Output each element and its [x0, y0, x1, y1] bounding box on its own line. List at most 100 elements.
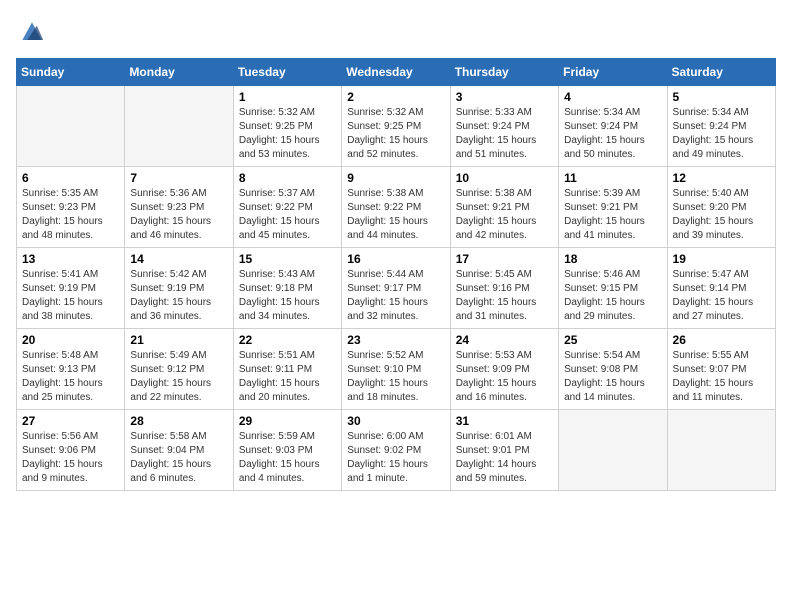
calendar-cell [125, 86, 233, 167]
cell-info: Sunrise: 5:51 AMSunset: 9:11 PMDaylight:… [239, 349, 336, 405]
day-number: 2 [347, 90, 444, 104]
day-number: 19 [673, 252, 770, 266]
weekday-header: Friday [559, 59, 667, 86]
calendar-cell: 14 Sunrise: 5:42 AMSunset: 9:19 PMDayligh… [125, 248, 233, 329]
day-number: 20 [22, 333, 119, 347]
cell-info: Sunrise: 5:39 AMSunset: 9:21 PMDaylight:… [564, 187, 661, 243]
cell-info: Sunrise: 5:36 AMSunset: 9:23 PMDaylight:… [130, 187, 227, 243]
calendar-cell [559, 410, 667, 491]
calendar-cell: 4 Sunrise: 5:34 AMSunset: 9:24 PMDaylight… [559, 86, 667, 167]
cell-info: Sunrise: 5:45 AMSunset: 9:16 PMDaylight:… [456, 268, 553, 324]
cell-info: Sunrise: 5:56 AMSunset: 9:06 PMDaylight:… [22, 430, 119, 486]
day-number: 8 [239, 171, 336, 185]
calendar-week-row: 6Sunrise: 5:35 AMSunset: 9:23 PMDaylight… [17, 167, 776, 248]
calendar-cell: 17 Sunrise: 5:45 AMSunset: 9:16 PMDayligh… [450, 248, 558, 329]
calendar-cell: 26 Sunrise: 5:55 AMSunset: 9:07 PMDayligh… [667, 329, 775, 410]
cell-info: Sunrise: 5:35 AMSunset: 9:23 PMDaylight:… [22, 187, 119, 243]
cell-info: Sunrise: 5:55 AMSunset: 9:07 PMDaylight:… [673, 349, 770, 405]
cell-info: Sunrise: 5:54 AMSunset: 9:08 PMDaylight:… [564, 349, 661, 405]
weekday-header: Wednesday [342, 59, 450, 86]
day-number: 26 [673, 333, 770, 347]
calendar-cell: 23 Sunrise: 5:52 AMSunset: 9:10 PMDayligh… [342, 329, 450, 410]
cell-info: Sunrise: 5:47 AMSunset: 9:14 PMDaylight:… [673, 268, 770, 324]
cell-info: Sunrise: 5:41 AMSunset: 9:19 PMDaylight:… [22, 268, 119, 324]
day-number: 24 [456, 333, 553, 347]
cell-info: Sunrise: 5:53 AMSunset: 9:09 PMDaylight:… [456, 349, 553, 405]
calendar-cell: 12 Sunrise: 5:40 AMSunset: 9:20 PMDayligh… [667, 167, 775, 248]
calendar-cell: 27 Sunrise: 5:56 AMSunset: 9:06 PMDayligh… [17, 410, 125, 491]
cell-info: Sunrise: 5:44 AMSunset: 9:17 PMDaylight:… [347, 268, 444, 324]
weekday-header: Monday [125, 59, 233, 86]
cell-info: Sunrise: 5:38 AMSunset: 9:22 PMDaylight:… [347, 187, 444, 243]
weekday-header: Saturday [667, 59, 775, 86]
day-number: 14 [130, 252, 227, 266]
cell-info: Sunrise: 5:46 AMSunset: 9:15 PMDaylight:… [564, 268, 661, 324]
calendar-cell: 1 Sunrise: 5:32 AMSunset: 9:25 PMDaylight… [233, 86, 341, 167]
cell-info: Sunrise: 5:43 AMSunset: 9:18 PMDaylight:… [239, 268, 336, 324]
calendar-cell: 2Sunrise: 5:32 AMSunset: 9:25 PMDaylight… [342, 86, 450, 167]
calendar-cell: 22 Sunrise: 5:51 AMSunset: 9:11 PMDayligh… [233, 329, 341, 410]
calendar-cell: 30 Sunrise: 6:00 AMSunset: 9:02 PMDayligh… [342, 410, 450, 491]
cell-info: Sunrise: 5:40 AMSunset: 9:20 PMDaylight:… [673, 187, 770, 243]
day-number: 29 [239, 414, 336, 428]
calendar-week-row: 13Sunrise: 5:41 AMSunset: 9:19 PMDayligh… [17, 248, 776, 329]
day-number: 9 [347, 171, 444, 185]
day-number: 16 [347, 252, 444, 266]
calendar-table: SundayMondayTuesdayWednesdayThursdayFrid… [16, 58, 776, 491]
cell-info: Sunrise: 6:01 AMSunset: 9:01 PMDaylight:… [456, 430, 553, 486]
calendar-cell: 8 Sunrise: 5:37 AMSunset: 9:22 PMDaylight… [233, 167, 341, 248]
day-number: 12 [673, 171, 770, 185]
cell-info: Sunrise: 5:48 AMSunset: 9:13 PMDaylight:… [22, 349, 119, 405]
cell-info: Sunrise: 5:34 AMSunset: 9:24 PMDaylight:… [673, 106, 770, 162]
calendar-week-row: 1 Sunrise: 5:32 AMSunset: 9:25 PMDaylight… [17, 86, 776, 167]
calendar-cell: 11Sunrise: 5:39 AMSunset: 9:21 PMDayligh… [559, 167, 667, 248]
calendar-cell: 28 Sunrise: 5:58 AMSunset: 9:04 PMDayligh… [125, 410, 233, 491]
weekday-header: Thursday [450, 59, 558, 86]
calendar-week-row: 20 Sunrise: 5:48 AMSunset: 9:13 PMDayligh… [17, 329, 776, 410]
calendar-cell: 20 Sunrise: 5:48 AMSunset: 9:13 PMDayligh… [17, 329, 125, 410]
calendar-cell: 10 Sunrise: 5:38 AMSunset: 9:21 PMDayligh… [450, 167, 558, 248]
calendar-cell: 7 Sunrise: 5:36 AMSunset: 9:23 PMDaylight… [125, 167, 233, 248]
cell-info: Sunrise: 5:42 AMSunset: 9:19 PMDaylight:… [130, 268, 227, 324]
calendar-cell: 5 Sunrise: 5:34 AMSunset: 9:24 PMDaylight… [667, 86, 775, 167]
day-number: 18 [564, 252, 661, 266]
day-number: 4 [564, 90, 661, 104]
cell-info: Sunrise: 5:38 AMSunset: 9:21 PMDaylight:… [456, 187, 553, 243]
calendar-cell: 29 Sunrise: 5:59 AMSunset: 9:03 PMDayligh… [233, 410, 341, 491]
cell-info: Sunrise: 5:32 AMSunset: 9:25 PMDaylight:… [239, 106, 336, 162]
calendar-cell: 6Sunrise: 5:35 AMSunset: 9:23 PMDaylight… [17, 167, 125, 248]
calendar-cell: 16 Sunrise: 5:44 AMSunset: 9:17 PMDayligh… [342, 248, 450, 329]
calendar-cell: 24 Sunrise: 5:53 AMSunset: 9:09 PMDayligh… [450, 329, 558, 410]
day-number: 17 [456, 252, 553, 266]
calendar-header-row: SundayMondayTuesdayWednesdayThursdayFrid… [17, 59, 776, 86]
cell-info: Sunrise: 5:34 AMSunset: 9:24 PMDaylight:… [564, 106, 661, 162]
day-number: 3 [456, 90, 553, 104]
calendar-cell: 9 Sunrise: 5:38 AMSunset: 9:22 PMDaylight… [342, 167, 450, 248]
weekday-header: Tuesday [233, 59, 341, 86]
calendar-cell: 18 Sunrise: 5:46 AMSunset: 9:15 PMDayligh… [559, 248, 667, 329]
day-number: 28 [130, 414, 227, 428]
calendar-cell [17, 86, 125, 167]
cell-info: Sunrise: 5:58 AMSunset: 9:04 PMDaylight:… [130, 430, 227, 486]
cell-info: Sunrise: 5:33 AMSunset: 9:24 PMDaylight:… [456, 106, 553, 162]
cell-info: Sunrise: 5:59 AMSunset: 9:03 PMDaylight:… [239, 430, 336, 486]
page-header [16, 16, 776, 48]
cell-info: Sunrise: 5:37 AMSunset: 9:22 PMDaylight:… [239, 187, 336, 243]
day-number: 1 [239, 90, 336, 104]
calendar-cell: 13Sunrise: 5:41 AMSunset: 9:19 PMDayligh… [17, 248, 125, 329]
calendar-cell [667, 410, 775, 491]
cell-info: Sunrise: 6:00 AMSunset: 9:02 PMDaylight:… [347, 430, 444, 486]
cell-info: Sunrise: 5:49 AMSunset: 9:12 PMDaylight:… [130, 349, 227, 405]
cell-info: Sunrise: 5:52 AMSunset: 9:10 PMDaylight:… [347, 349, 444, 405]
day-number: 22 [239, 333, 336, 347]
day-number: 30 [347, 414, 444, 428]
day-number: 25 [564, 333, 661, 347]
day-number: 23 [347, 333, 444, 347]
logo-icon [16, 16, 48, 48]
day-number: 27 [22, 414, 119, 428]
day-number: 7 [130, 171, 227, 185]
calendar-week-row: 27 Sunrise: 5:56 AMSunset: 9:06 PMDayligh… [17, 410, 776, 491]
day-number: 5 [673, 90, 770, 104]
day-number: 10 [456, 171, 553, 185]
day-number: 15 [239, 252, 336, 266]
